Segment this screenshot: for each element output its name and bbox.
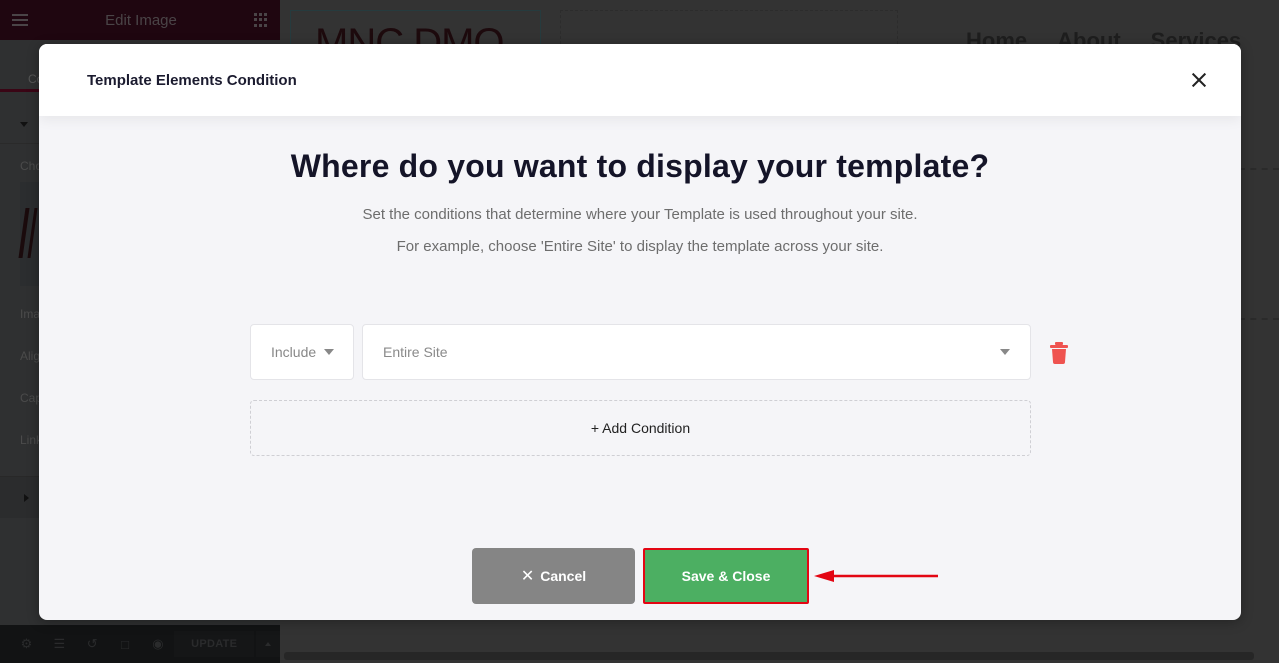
responsive-icon[interactable]: □ [109, 625, 142, 663]
modal-body: Where do you want to display your templa… [39, 116, 1241, 620]
sidebar-header: Edit Image [0, 0, 280, 40]
preview-eye-icon[interactable]: ◉ [142, 625, 175, 663]
modal-title: Template Elements Condition [87, 71, 297, 89]
close-x-icon: ✕ [520, 568, 535, 585]
update-options-button[interactable] [256, 631, 280, 657]
condition-target-value: Entire Site [383, 344, 448, 360]
caret-down-icon [20, 122, 28, 127]
add-condition-button[interactable]: + Add Condition [250, 400, 1031, 456]
chevron-down-icon [324, 349, 335, 355]
template-conditions-modal: Template Elements Condition Where do you… [39, 44, 1241, 620]
condition-type-value: Include [271, 344, 317, 360]
control-label-image-size: Ima [20, 307, 41, 321]
hamburger-menu-icon[interactable] [12, 14, 28, 26]
widgets-grid-icon[interactable] [254, 13, 268, 27]
chevron-down-icon [1000, 349, 1010, 355]
condition-row: Include Entire Site [250, 324, 1090, 380]
control-label-alignment: Alig [20, 349, 41, 363]
screen: Edit Image Co Cho Ima Alig Cap Link ⚙ ☰ … [0, 0, 1279, 663]
cancel-label: Cancel [540, 568, 587, 584]
layers-icon[interactable]: ☰ [43, 625, 76, 663]
section-divider [1239, 318, 1279, 320]
section-divider [1239, 168, 1279, 170]
image-thumbnail [18, 208, 38, 258]
cancel-button[interactable]: ✕ Cancel [472, 548, 635, 604]
horizontal-scrollbar[interactable] [284, 652, 1254, 660]
condition-target-select[interactable]: Entire Site [362, 324, 1031, 380]
caret-right-icon [24, 494, 29, 502]
modal-header: Template Elements Condition [39, 44, 1241, 116]
modal-example-text: For example, choose 'Entire Site' to dis… [396, 238, 884, 255]
sidebar-footer: ⚙ ☰ ↺ □ ◉ UPDATE [0, 625, 280, 663]
sidebar-title: Edit Image [105, 11, 177, 29]
close-icon[interactable] [1187, 68, 1211, 92]
condition-type-select[interactable]: Include [250, 324, 354, 380]
save-and-close-button[interactable]: Save & Close [643, 548, 809, 604]
caret-up-icon [265, 642, 272, 646]
history-icon[interactable]: ↺ [76, 625, 109, 663]
update-button[interactable]: UPDATE [174, 631, 255, 657]
modal-description: Set the conditions that determine where … [362, 206, 918, 223]
settings-icon[interactable]: ⚙ [10, 625, 43, 663]
trash-icon[interactable] [1049, 342, 1069, 364]
modal-heading: Where do you want to display your templa… [290, 148, 990, 184]
annotation-arrow-icon [814, 570, 938, 582]
